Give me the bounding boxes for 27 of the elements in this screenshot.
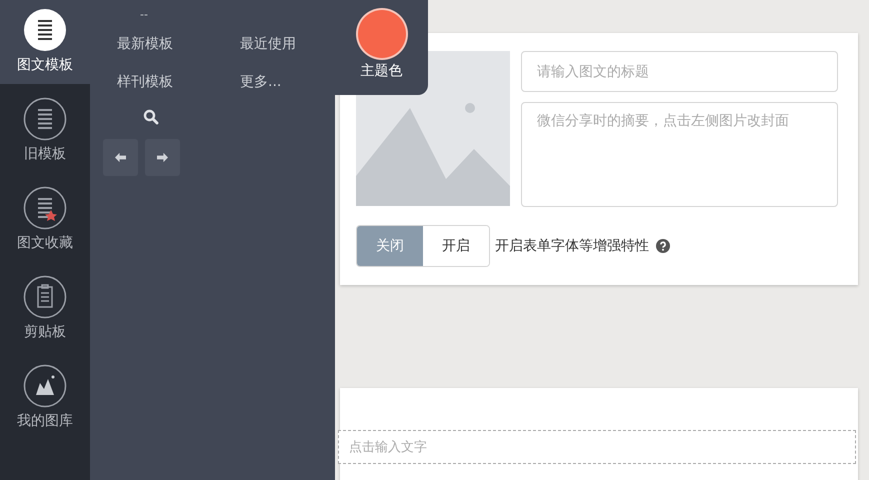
template-link[interactable]: 最近使用 bbox=[240, 35, 296, 53]
drag-handle[interactable]: -- bbox=[140, 8, 148, 21]
theme-color-label: 主题色 bbox=[360, 62, 402, 80]
document-icon bbox=[23, 8, 67, 52]
sidebar-item[interactable]: 图文模板 bbox=[0, 0, 90, 84]
text-input[interactable]: 点击输入文字 bbox=[338, 430, 856, 464]
clipboard-icon bbox=[23, 275, 67, 319]
theme-color-swatch[interactable] bbox=[358, 10, 406, 58]
previous-button[interactable] bbox=[103, 139, 138, 176]
template-link[interactable]: 样刊模板 bbox=[117, 73, 240, 91]
toggle-label: 开启表单字体等增强特性 bbox=[495, 237, 649, 255]
title-input[interactable]: 请输入图文的标题 bbox=[521, 51, 838, 92]
template-link[interactable]: 更多... bbox=[240, 73, 296, 91]
document-icon bbox=[23, 97, 67, 141]
summary-input[interactable]: 微信分享时的摘要，点击左侧图片改封面 bbox=[521, 102, 838, 207]
sidebar-item[interactable]: 剪贴板 bbox=[0, 267, 90, 356]
sidebar-item[interactable]: 旧模板 bbox=[0, 89, 90, 178]
starred-document-icon bbox=[23, 186, 67, 230]
right-arrow-icon bbox=[156, 152, 169, 163]
sidebar-item[interactable]: 我的图库 bbox=[0, 356, 90, 445]
left-arrow-icon bbox=[114, 152, 127, 163]
next-button[interactable] bbox=[145, 139, 180, 176]
image-icon bbox=[23, 364, 67, 408]
sidebar-item[interactable]: 图文收藏 bbox=[0, 178, 90, 267]
search-icon[interactable] bbox=[143, 109, 159, 125]
help-icon[interactable] bbox=[656, 239, 670, 253]
template-link[interactable]: 最新模板 bbox=[117, 35, 240, 53]
